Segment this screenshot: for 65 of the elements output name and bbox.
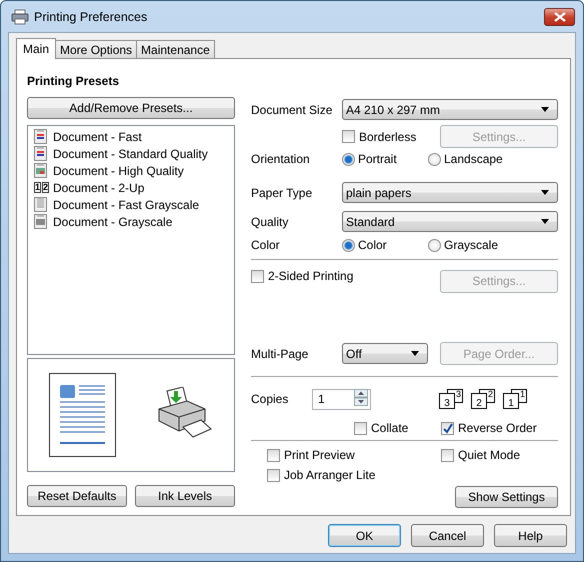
document-icon xyxy=(34,163,47,178)
checkbox-label: Borderless xyxy=(359,130,416,144)
checkbox[interactable] xyxy=(267,448,280,462)
preset-item[interactable]: Document - Standard Quality xyxy=(53,146,208,160)
tab[interactable]: More Options xyxy=(55,40,138,58)
field-label: Quality xyxy=(251,214,290,228)
checkbox[interactable] xyxy=(441,422,454,434)
radio-button[interactable] xyxy=(428,238,441,252)
dropdown-arrow-icon xyxy=(541,190,549,195)
radio-label: Portrait xyxy=(358,152,397,166)
show-settings-button[interactable]: Show Settings xyxy=(455,486,558,508)
multi-page-dropdown[interactable]: Off xyxy=(342,343,428,364)
add-remove-presets-button[interactable]: Add/Remove Presets... xyxy=(27,97,235,119)
dialog-button[interactable]: Cancel xyxy=(411,524,484,547)
checkbox[interactable] xyxy=(441,448,454,462)
radio-label: Grayscale xyxy=(444,238,498,252)
radio-button[interactable] xyxy=(342,238,355,252)
checkbox-label: Print Preview xyxy=(284,448,355,462)
preset-item[interactable]: Document - High Quality xyxy=(53,164,184,178)
preset-item[interactable]: Document - 2-Up xyxy=(53,180,144,194)
document-icon xyxy=(34,214,47,229)
dropdown-arrow-icon xyxy=(411,351,419,356)
document-size-dropdown[interactable]: A4 210 x 297 mm xyxy=(342,99,558,120)
dialog-button[interactable]: Reset Defaults xyxy=(27,485,127,507)
checkbox-label: Collate xyxy=(371,421,408,435)
preset-item[interactable]: Document - Fast Grayscale xyxy=(53,198,200,212)
preset-item[interactable]: Document - Grayscale xyxy=(53,214,172,228)
tab[interactable]: Main xyxy=(16,38,56,59)
checkbox-label: Job Arranger Lite xyxy=(284,468,376,482)
checkbox[interactable] xyxy=(267,468,280,482)
dialog-button[interactable]: Help xyxy=(494,524,567,547)
checkbox[interactable] xyxy=(342,130,355,143)
dialog-button[interactable]: Ink Levels xyxy=(135,485,235,507)
checkbox[interactable] xyxy=(354,422,367,434)
dropdown-arrow-icon xyxy=(541,219,549,224)
field-label: Orientation xyxy=(251,152,311,166)
checkbox[interactable] xyxy=(251,270,264,282)
field-label: Multi-Page xyxy=(251,346,310,360)
radio-label: Landscape xyxy=(444,152,503,166)
document-icon xyxy=(34,146,47,161)
close-icon xyxy=(554,12,566,22)
field-label: Paper Type xyxy=(251,186,314,200)
section-heading: Printing Presets xyxy=(27,74,120,88)
document-icon xyxy=(34,129,47,144)
dialog-button[interactable]: OK xyxy=(328,524,401,547)
checkbox-label: Quiet Mode xyxy=(458,448,520,462)
field-label: Copies xyxy=(251,392,290,406)
window-title: Printing Preferences xyxy=(34,10,148,24)
document-icon xyxy=(34,197,47,212)
paper-type-dropdown[interactable]: plain papers xyxy=(342,182,558,203)
close-button[interactable] xyxy=(544,8,575,26)
copies-spinbox[interactable]: 1 xyxy=(312,388,371,410)
preset-item[interactable]: Document - Fast xyxy=(53,130,142,144)
radio-button[interactable] xyxy=(342,152,355,166)
field-label: Color xyxy=(251,238,281,252)
checkbox-label: 2-Sided Printing xyxy=(268,269,354,283)
printer-icon xyxy=(11,8,29,24)
radio-button[interactable] xyxy=(428,152,441,166)
checkbox-label: Reverse Order xyxy=(458,421,537,435)
spin-arrows-icon xyxy=(354,389,368,406)
radio-label: Color xyxy=(358,238,387,252)
dropdown-arrow-icon xyxy=(541,107,549,112)
tab[interactable]: Maintenance xyxy=(136,40,215,58)
quality-dropdown[interactable]: Standard xyxy=(342,211,558,232)
field-label: Document Size xyxy=(251,102,334,116)
